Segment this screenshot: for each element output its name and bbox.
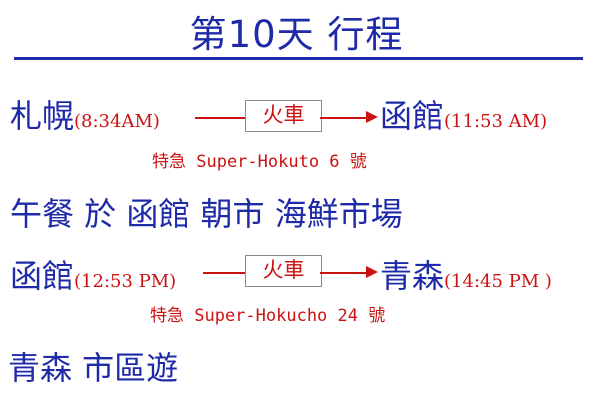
segment1-line-right bbox=[320, 117, 367, 119]
segment1-from-station: 札幌 bbox=[10, 97, 75, 135]
segment2-train-box: 火車 bbox=[245, 255, 322, 287]
segment1-arrow-icon bbox=[366, 111, 378, 123]
segment2-depart-time: (12:53 PM) bbox=[74, 271, 177, 292]
segment1-arrive-time: (11:53 AM) bbox=[444, 111, 548, 132]
tour-text: 青森 市區遊 bbox=[8, 349, 179, 387]
segment1-line-left bbox=[195, 117, 245, 119]
segment2-line-left bbox=[203, 272, 245, 274]
segment1-train-box: 火車 bbox=[245, 100, 322, 132]
segment1-depart-time: (8:34AM) bbox=[74, 111, 160, 132]
segment2-arrival: 青森(14:45 PM ) bbox=[380, 251, 552, 297]
lunch-text: 午餐 於 函館 朝市 海鮮市場 bbox=[10, 195, 403, 233]
segment2-from-station: 函館 bbox=[10, 257, 75, 295]
segment1-arrival: 函館(11:53 AM) bbox=[380, 91, 547, 137]
page-title: 第10天 行程 bbox=[189, 13, 404, 56]
segment2-arrow-icon bbox=[366, 266, 378, 278]
segment2-departure: 函館(12:53 PM) bbox=[10, 251, 176, 297]
title-underline bbox=[14, 57, 583, 60]
segment1-service: 特急 Super-Hokuto 6 號 bbox=[152, 152, 367, 172]
segment1-to-station: 函館 bbox=[380, 97, 445, 135]
segment2-line-right bbox=[320, 272, 367, 274]
segment1-departure: 札幌(8:34AM) bbox=[10, 91, 160, 137]
segment2-service: 特急 Super-Hokucho 24 號 bbox=[150, 306, 386, 326]
segment2-to-station: 青森 bbox=[380, 257, 445, 295]
segment2-arrive-time: (14:45 PM ) bbox=[444, 271, 552, 292]
